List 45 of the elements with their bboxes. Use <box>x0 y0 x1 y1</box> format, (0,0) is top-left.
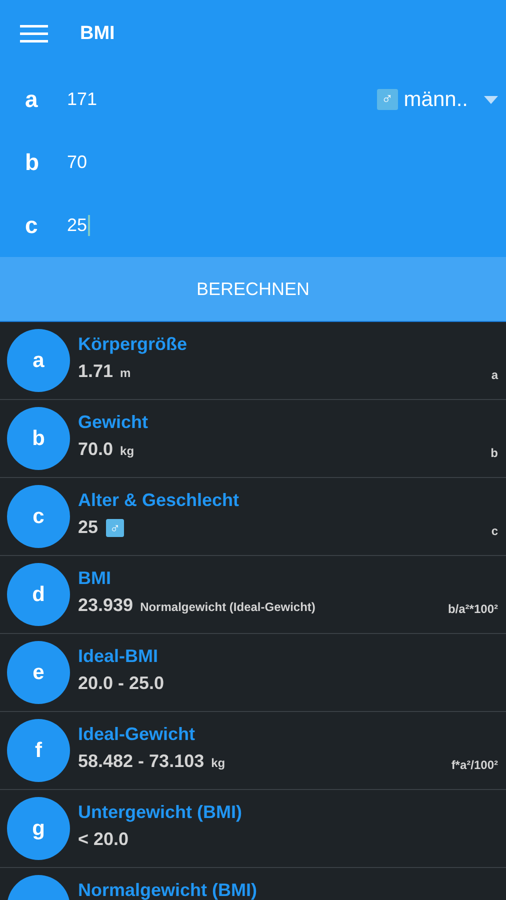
gender-value: männ.. <box>404 88 468 112</box>
calculate-button[interactable]: BERECHNEN <box>0 257 506 321</box>
letter-avatar: f <box>7 719 70 782</box>
result-title: Alter & Geschlecht <box>78 490 240 511</box>
result-value: 20.0 - 25.0 <box>78 673 164 694</box>
result-value: 25 <box>78 517 98 538</box>
formula-text: b <box>490 446 498 460</box>
result-value: 70.0 <box>78 439 114 460</box>
input-field[interactable]: 70 <box>67 152 88 173</box>
caret-icon <box>484 96 498 104</box>
result-value: 58.482 - 73.103 <box>78 751 204 772</box>
field-label: c <box>25 212 39 239</box>
formula-text: b/a²*100² <box>448 602 498 616</box>
result-note: Normalgewicht (Ideal-Gewicht) <box>140 600 316 614</box>
unit-label: kg <box>211 756 226 770</box>
formula-text: c <box>491 524 498 538</box>
letter-avatar: b <box>7 407 70 470</box>
letter-avatar: g <box>7 797 70 860</box>
app-title: BMI <box>80 23 115 45</box>
formula-text: f*a²/100² <box>451 758 498 772</box>
result-title: Ideal-Gewicht <box>78 724 196 745</box>
gender-dropdown[interactable]: ♂ männ.. <box>376 68 506 131</box>
field-label: a <box>25 86 39 113</box>
male-sign-icon: ♂ <box>106 519 124 537</box>
result-title: Körpergröße <box>78 334 188 355</box>
input-field[interactable]: 171 <box>67 89 98 110</box>
input-field[interactable]: 25 <box>67 215 90 236</box>
result-title: Gewicht <box>78 412 150 433</box>
field-label: b <box>25 149 40 176</box>
result-value: < 20.0 <box>78 829 129 850</box>
result-value: 23.939 <box>78 595 134 616</box>
result-title: Ideal-BMI <box>78 646 160 667</box>
unit-label: m <box>120 366 131 380</box>
male-sign-icon: ♂ <box>376 89 398 110</box>
letter-avatar: d <box>7 563 70 626</box>
result-value: 1.71 <box>78 361 114 382</box>
letter-avatar: e <box>7 641 70 704</box>
result-title: Normalgewicht (BMI) <box>78 880 258 900</box>
menu-icon[interactable] <box>20 25 48 43</box>
unit-label: kg <box>120 444 134 458</box>
letter-avatar: c <box>7 485 70 548</box>
letter-avatar: a <box>7 329 70 392</box>
formula-text: a <box>491 368 498 382</box>
result-title: Untergewicht (BMI) <box>78 802 243 823</box>
result-title: BMI <box>78 568 112 589</box>
